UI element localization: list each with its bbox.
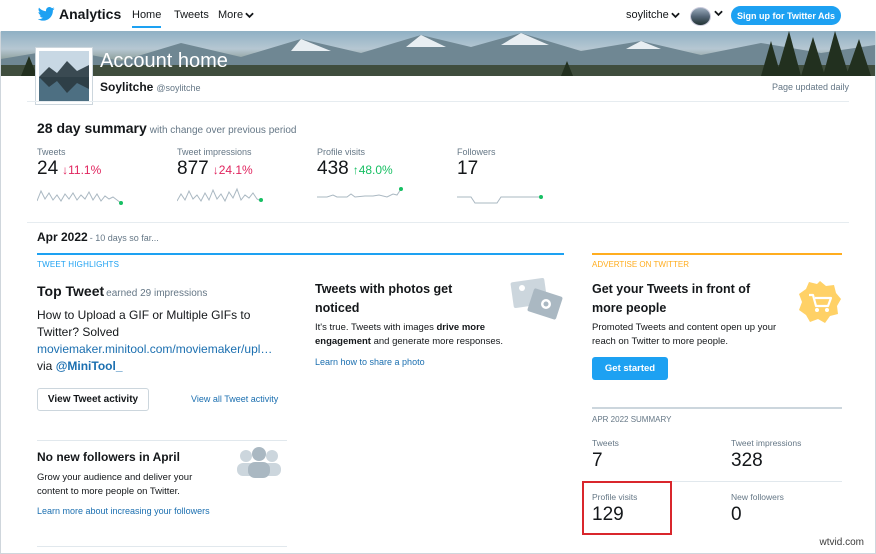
apr-stat-value: 7	[592, 450, 603, 471]
tweet-highlights-label: TWEET HIGHLIGHTS	[37, 260, 120, 269]
photos-text: It's true. Tweets with images drive more…	[315, 321, 520, 349]
tweet-link[interactable]: moviemaker.minitool.com/moviemaker/upl…	[37, 341, 292, 358]
stat-value: 438	[317, 158, 349, 179]
sparkline-tweets	[37, 189, 123, 205]
photo-icon	[510, 278, 563, 320]
change-up-indicator: ↑48.0%	[353, 163, 393, 177]
account-display-name: Soylitche	[100, 80, 154, 94]
stat-value: 877	[177, 158, 209, 179]
avatar[interactable]	[690, 7, 711, 26]
apr-stat-label: Tweets	[592, 438, 619, 448]
username-label: soylitche	[626, 9, 669, 21]
user-dropdown[interactable]: soylitche	[626, 9, 680, 21]
apr-stat-new-followers: New followers 0	[731, 492, 784, 526]
nav-home[interactable]: Home	[132, 9, 162, 28]
stat-change: 24.1%	[218, 163, 253, 177]
stat-label: Followers	[457, 147, 496, 157]
apr-summary-label: APR 2022 SUMMARY	[592, 415, 672, 424]
highlight-annotation-box	[582, 481, 672, 535]
increase-followers-link[interactable]: Learn more about increasing your followe…	[37, 506, 210, 516]
photos-title: Tweets with photos get noticed	[315, 282, 453, 315]
top-tweet-heading: Top Tweet earned 29 impressions	[37, 283, 207, 299]
top-tweet-title: Top Tweet	[37, 283, 105, 299]
divider	[27, 101, 849, 102]
summary-subtitle: with change over previous period	[149, 125, 297, 136]
change-down-indicator: ↓11.1%	[62, 163, 101, 177]
top-tweet-text: How to Upload a GIF or Multiple GIFs to …	[37, 307, 292, 375]
apr-stat-impressions: Tweet impressions 328	[731, 438, 801, 472]
stat-label: Profile visits	[317, 147, 366, 157]
tweet-via-line: via @MiniTool_	[37, 358, 292, 375]
apr-stat-label: Tweet impressions	[731, 438, 802, 448]
summary-stat-profile-visits: Profile visits 438 ↑48.0%	[317, 147, 393, 180]
month-subtitle: - 10 days so far...	[89, 233, 159, 243]
apr-stat-tweets: Tweets 7	[592, 438, 619, 472]
stat-change: 11.1%	[68, 163, 102, 177]
apr-stat-value: 328	[731, 450, 763, 471]
summary-title: 28 day summary with change over previous …	[37, 120, 297, 136]
people-icon	[237, 447, 281, 478]
advertise-title: Get your Tweets in front of more people	[592, 282, 751, 315]
photos-text-b: and generate more responses.	[373, 336, 503, 347]
nav-tweets[interactable]: Tweets	[174, 9, 209, 21]
no-new-followers-title: No new followers in April	[37, 450, 180, 464]
top-tweet-earned: earned 29 impressions	[106, 288, 208, 299]
sparkline-followers	[457, 195, 543, 204]
nav-more-label: More	[218, 9, 244, 21]
advertise-label: ADVERTISE ON TWITTER	[592, 260, 690, 269]
divider	[37, 546, 287, 547]
change-down-indicator: ↓24.1%	[213, 163, 253, 177]
top-nav: Analytics Home Tweets More soylitche Sig…	[0, 0, 876, 32]
highlights-rule	[37, 253, 564, 255]
summary-stat-tweets: Tweets 24 ↓11.1%	[37, 147, 101, 180]
page-updated-note: Page updated daily	[771, 82, 849, 92]
divider	[37, 440, 287, 441]
month-heading: Apr 2022- 10 days so far...	[37, 230, 159, 244]
chevron-down-icon	[245, 12, 254, 18]
get-started-button[interactable]: Get started	[592, 357, 668, 380]
stat-label: Tweet impressions	[177, 147, 252, 157]
tweet-mention[interactable]: @MiniTool_	[56, 359, 123, 373]
sparkline-impressions	[177, 187, 263, 203]
summary-stat-impressions: Tweet impressions 877 ↓24.1%	[177, 147, 253, 180]
chevron-down-icon[interactable]	[714, 10, 723, 17]
summary-title-label: 28 day summary	[37, 120, 147, 136]
lake-mountain-image	[39, 51, 89, 101]
shopping-cart-badge-icon	[799, 281, 841, 323]
stat-change: 48.0%	[358, 163, 393, 177]
tweet-via: via	[37, 359, 53, 373]
advertise-rule	[592, 253, 842, 255]
brand[interactable]: Analytics	[38, 6, 121, 22]
apr-stat-label: New followers	[731, 492, 784, 502]
summary-stat-followers: Followers 17	[457, 147, 496, 180]
view-all-tweet-activity-link[interactable]: View all Tweet activity	[191, 394, 278, 404]
account-handle: @soylitche	[156, 83, 201, 93]
apr-stat-value: 0	[731, 504, 742, 525]
share-photo-link[interactable]: Learn how to share a photo	[315, 357, 425, 367]
month-title: Apr 2022	[37, 230, 88, 244]
stat-value: 17	[457, 158, 479, 179]
twitter-ads-signup-button[interactable]: Sign up for Twitter Ads	[731, 6, 841, 25]
page-title: Account home	[100, 50, 228, 72]
apr-summary-rule	[592, 407, 842, 409]
twitter-bird-icon	[38, 7, 55, 21]
sparkline-profile-visits	[317, 187, 403, 198]
stat-label: Tweets	[37, 147, 66, 157]
advertise-text: Promoted Tweets and content open up your…	[592, 322, 777, 347]
followers-text: Grow your audience and deliver your cont…	[37, 472, 193, 497]
account-name: Soylitche @soylitche	[100, 80, 201, 94]
view-tweet-activity-button[interactable]: View Tweet activity	[37, 388, 149, 411]
photos-text-a: It's true. Tweets with images	[315, 322, 434, 333]
tweet-body: How to Upload a GIF or Multiple GIFs to …	[37, 308, 251, 339]
watermark: wtvid.com	[819, 537, 864, 548]
divider	[27, 222, 849, 223]
brand-label: Analytics	[59, 6, 122, 22]
stat-value: 24	[37, 158, 59, 179]
chevron-down-icon	[671, 12, 680, 18]
profile-picture[interactable]	[36, 48, 92, 104]
nav-more[interactable]: More	[218, 9, 254, 21]
